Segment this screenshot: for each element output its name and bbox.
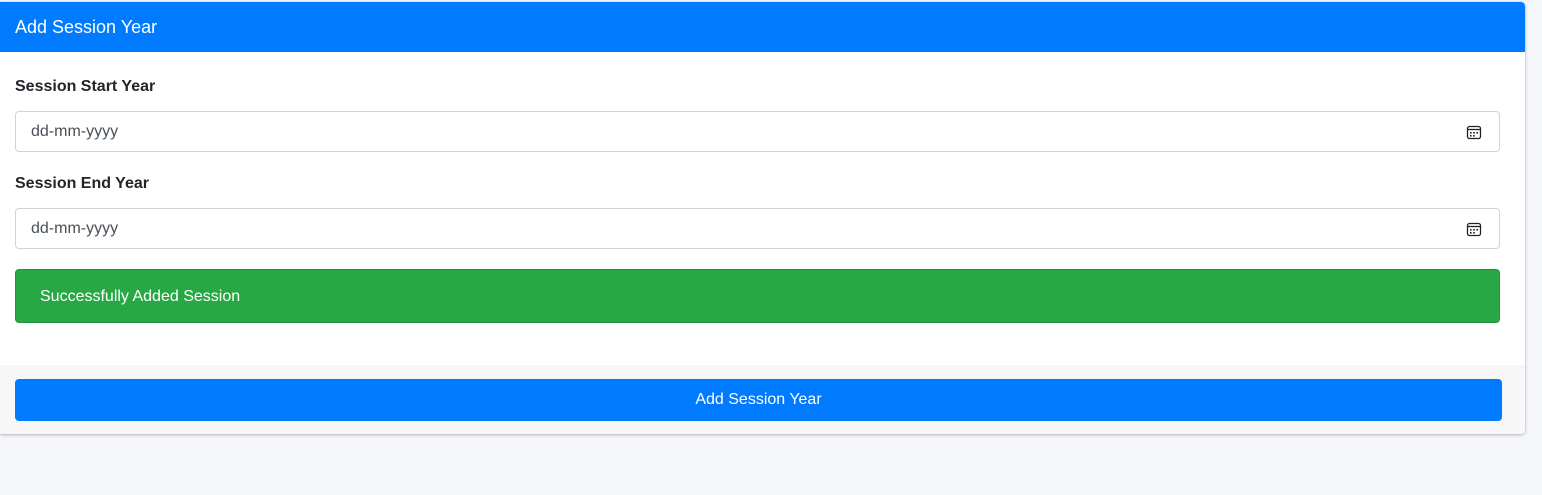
card-body: Session Start Year dd-mm-yyyy Session En… (0, 52, 1525, 365)
session-end-placeholder: dd-mm-yyyy (31, 220, 119, 237)
calendar-icon[interactable] (1466, 124, 1482, 140)
session-start-label: Session Start Year (15, 78, 156, 95)
card-header: Add Session Year (0, 2, 1525, 52)
add-session-year-button[interactable]: Add Session Year (15, 379, 1502, 421)
calendar-icon[interactable] (1466, 221, 1482, 237)
success-alert: Successfully Added Session (15, 269, 1500, 323)
session-start-date-input[interactable]: dd-mm-yyyy (15, 111, 1500, 152)
session-end-date-input[interactable]: dd-mm-yyyy (15, 208, 1500, 249)
session-start-placeholder: dd-mm-yyyy (31, 123, 119, 140)
add-session-card: Add Session Year Session Start Year dd-m… (0, 2, 1525, 434)
success-alert-message: Successfully Added Session (40, 288, 241, 305)
card-footer: Add Session Year (0, 365, 1525, 434)
session-end-label: Session End Year (15, 175, 149, 192)
card-title: Add Session Year (15, 17, 158, 37)
